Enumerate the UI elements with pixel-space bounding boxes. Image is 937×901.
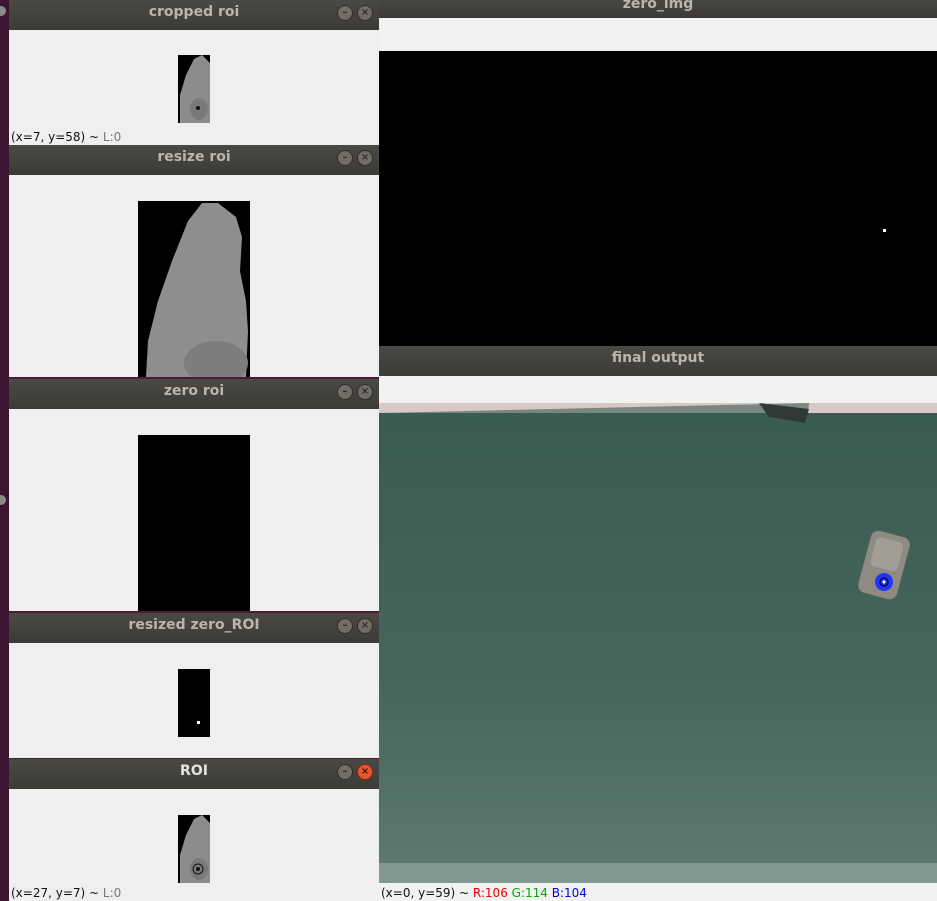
window-final-output[interactable]: final output (x=0, y=59) ~ R:106 G:114 B… <box>379 346 937 901</box>
status-level: L:0 <box>102 886 122 900</box>
minimize-icon[interactable]: – <box>337 5 353 21</box>
window-title: resize roi <box>157 149 231 165</box>
window-cropped-roi[interactable]: cropped roi – × (x=7, y=58) ~ L:0 <box>9 0 379 145</box>
window-zero-img[interactable]: zero_img <box>379 0 937 346</box>
status-coords: (x=7, y=58) ~ <box>11 130 103 144</box>
roi-image <box>178 815 210 883</box>
status-red-value: R:106 <box>472 886 508 900</box>
zero-img-image <box>379 51 937 346</box>
resize-roi-image <box>138 201 250 377</box>
window-title: zero roi <box>163 383 225 399</box>
window-titlebar[interactable]: final output <box>379 346 937 376</box>
window-zero-roi[interactable]: zero roi – × <box>9 379 379 611</box>
close-icon[interactable]: × <box>357 150 373 166</box>
close-icon[interactable]: × <box>357 384 373 400</box>
status-green-value: G:114 <box>511 886 548 900</box>
status-coords: (x=27, y=7) ~ <box>11 886 103 900</box>
window-title: resized zero_ROI <box>128 617 260 633</box>
resized-zero-roi-image <box>178 669 210 737</box>
minimize-icon[interactable]: – <box>337 150 353 166</box>
window-title: zero_img <box>622 0 694 12</box>
status-bar: (x=7, y=58) ~ L:0 <box>11 130 121 144</box>
close-icon[interactable]: × <box>357 764 373 780</box>
status-bar: (x=27, y=7) ~ L:0 <box>11 886 121 900</box>
status-bar: (x=0, y=59) ~ R:106 G:114 B:104 <box>381 886 587 900</box>
close-icon[interactable]: × <box>357 618 373 634</box>
window-title: cropped roi <box>148 4 240 20</box>
minimize-icon[interactable]: – <box>337 764 353 780</box>
zero-roi-image <box>138 435 250 611</box>
desktop-launcher-marker <box>0 6 6 16</box>
status-blue-value: B:104 <box>551 886 587 900</box>
window-resize-roi[interactable]: resize roi – × <box>9 145 379 377</box>
final-output-image <box>379 403 937 883</box>
window-titlebar[interactable]: cropped roi – × <box>9 0 379 30</box>
window-titlebar[interactable]: zero roi – × <box>9 379 379 409</box>
desktop-launcher-marker <box>0 495 6 505</box>
minimize-icon[interactable]: – <box>337 618 353 634</box>
status-coords: (x=0, y=59) ~ <box>381 886 473 900</box>
window-titlebar[interactable]: resize roi – × <box>9 145 379 175</box>
window-resized-zero-roi[interactable]: resized zero_ROI – × <box>9 613 379 758</box>
cropped-roi-image <box>178 55 210 123</box>
window-title: final output <box>611 350 705 366</box>
window-titlebar[interactable]: ROI – × <box>9 759 379 789</box>
status-level: L:0 <box>102 130 122 144</box>
window-roi[interactable]: ROI – × (x=27, y=7) ~ L:0 <box>9 759 379 901</box>
window-titlebar[interactable]: zero_img <box>379 0 937 18</box>
window-title: ROI <box>180 763 208 779</box>
close-icon[interactable]: × <box>357 5 373 21</box>
window-titlebar[interactable]: resized zero_ROI – × <box>9 613 379 643</box>
desktop-background <box>0 0 9 901</box>
minimize-icon[interactable]: – <box>337 384 353 400</box>
